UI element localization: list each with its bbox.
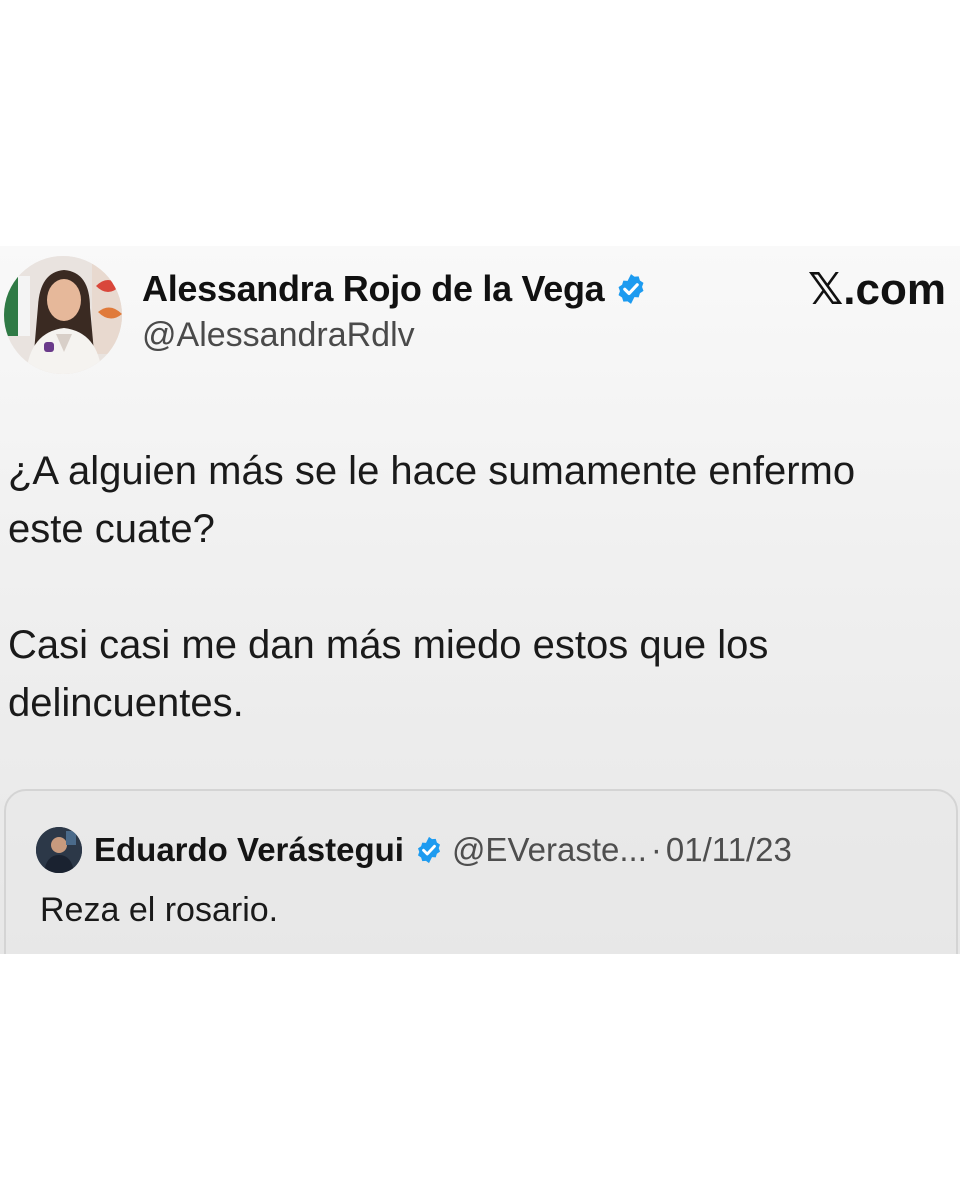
quoted-author-avatar[interactable] (36, 827, 82, 873)
separator-dot: · (650, 831, 662, 868)
quoted-tweet-text: Reza el rosario. (40, 891, 279, 929)
tweet-text-line: ¿A alguien más se le hace sumamente enfe… (8, 449, 856, 493)
verified-badge-icon (414, 835, 444, 865)
quoted-author-name[interactable]: Eduardo Verástegui (94, 831, 404, 869)
x-brand-logo: 𝕏.com (807, 265, 946, 314)
quoted-tweet[interactable]: Eduardo Verástegui @EVeraste... · 01/11/… (4, 789, 958, 954)
tweet-body: ¿A alguien más se le hace sumamente enfe… (8, 442, 948, 732)
author-name[interactable]: Alessandra Rojo de la Vega (142, 268, 605, 310)
quoted-tweet-date[interactable]: 01/11/23 (666, 831, 792, 869)
tweet-text-line: delincuentes. (8, 681, 244, 725)
tweet-card[interactable]: Alessandra Rojo de la Vega @AlessandraRd… (0, 246, 960, 954)
author-handle[interactable]: @AlessandraRdlv (142, 316, 415, 355)
quoted-author-handle[interactable]: @EVeraste... (452, 831, 647, 869)
tweet-text-line: este cuate? (8, 507, 215, 551)
quoted-tweet-header: Eduardo Verástegui @EVeraste... · 01/11/… (36, 827, 792, 873)
author-name-row: Alessandra Rojo de la Vega (142, 268, 648, 310)
verified-badge-icon (614, 272, 648, 306)
author-avatar[interactable] (4, 256, 122, 374)
tweet-text-line: Casi casi me dan más miedo estos que los (8, 623, 769, 667)
